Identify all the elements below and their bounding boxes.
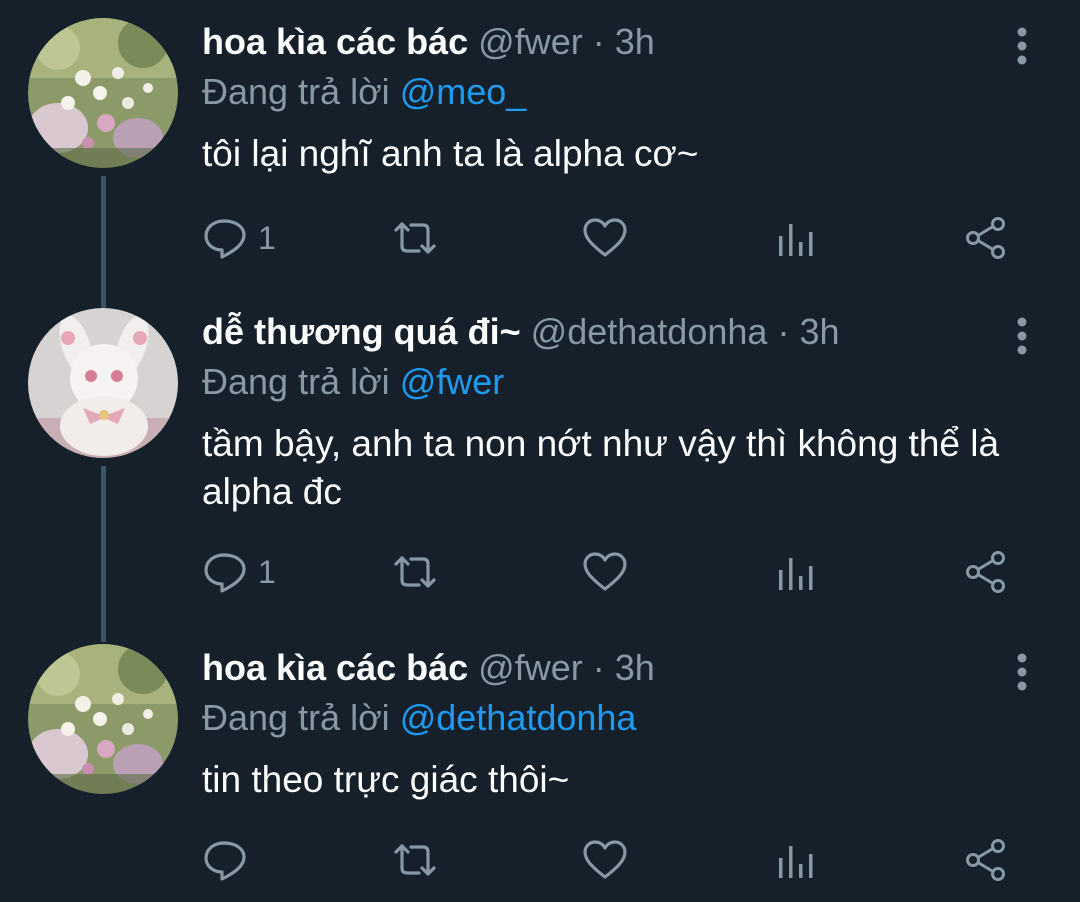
analytics-button[interactable] [776,550,816,594]
timestamp[interactable]: 3h [615,21,655,62]
reply-button[interactable]: 1 [202,216,276,260]
separator: · [592,647,605,688]
like-button[interactable] [582,550,628,594]
retweet-button[interactable] [388,838,442,882]
user-handle[interactable]: @dethatdonha [531,311,768,352]
more-options-icon[interactable] [1016,26,1028,66]
mention-link[interactable]: @fwer [400,361,505,402]
share-button[interactable] [964,838,1008,882]
share-icon [964,216,1008,260]
reply-count: 1 [258,554,276,590]
separator: · [592,21,605,62]
share-icon [964,838,1008,882]
more-options-icon[interactable] [1016,316,1028,356]
avatar[interactable] [28,18,178,168]
avatar[interactable] [28,308,178,458]
like-button[interactable] [582,216,628,260]
thread-connector [101,176,106,308]
tweet-text: tầm bậy, anh ta non nớt như vậy thì khôn… [202,423,1000,512]
like-icon [582,216,628,260]
mention-link[interactable]: @dethatdonha [400,697,637,738]
replying-label: Đang trả lời [202,361,390,402]
timestamp[interactable]: 3h [799,311,839,352]
retweet-button[interactable] [388,550,442,594]
plush-bunny-avatar-image [28,308,178,458]
reply-icon [202,550,250,594]
analytics-icon [776,838,816,882]
analytics-button[interactable] [776,216,816,260]
reply-button[interactable] [202,838,258,882]
replying-to: Đang trả lời @meo_ [202,70,526,114]
display-name[interactable]: dễ thương quá đi~ [202,311,521,352]
tweet-text: tôi lại nghĩ anh ta là alpha cơ~ [202,133,699,174]
flowers-avatar-image [28,644,178,794]
action-bar: 1 [202,216,1022,260]
analytics-icon [776,550,816,594]
action-bar [202,838,1022,882]
user-handle[interactable]: @fwer [478,647,583,688]
retweet-icon [388,838,442,882]
separator: · [777,311,790,352]
replying-label: Đang trả lời [202,71,390,112]
reply-icon [202,216,250,260]
mention-link[interactable]: @meo_ [400,71,527,112]
tweet-header: hoa kìa các bác @fwer · 3h [202,20,655,64]
reply-icon [202,838,250,882]
share-button[interactable] [964,550,1008,594]
share-button[interactable] [964,216,1008,260]
analytics-icon [776,216,816,260]
action-bar: 1 [202,550,1022,594]
flowers-avatar-image [28,18,178,168]
like-icon [582,550,628,594]
tweet-text: tin theo trực giác thôi~ [202,759,570,800]
timestamp[interactable]: 3h [615,647,655,688]
retweet-icon [388,550,442,594]
thread-connector [101,466,106,642]
share-icon [964,550,1008,594]
tweet-header: hoa kìa các bác @fwer · 3h [202,646,655,690]
like-button[interactable] [582,838,628,882]
replying-to: Đang trả lời @fwer [202,360,504,404]
reply-button[interactable]: 1 [202,550,276,594]
retweet-icon [388,216,442,260]
reply-thread: hoa kìa các bác @fwer · 3h Đang trả lời … [0,0,1080,902]
display-name[interactable]: hoa kìa các bác [202,21,468,62]
replying-to: Đang trả lời @dethatdonha [202,696,636,740]
more-options-icon[interactable] [1016,652,1028,692]
analytics-button[interactable] [776,838,816,882]
tweet-header: dễ thương quá đi~ @dethatdonha · 3h [202,310,840,354]
avatar[interactable] [28,644,178,794]
like-icon [582,838,628,882]
user-handle[interactable]: @fwer [478,21,583,62]
display-name[interactable]: hoa kìa các bác [202,647,468,688]
retweet-button[interactable] [388,216,442,260]
replying-label: Đang trả lời [202,697,390,738]
reply-count: 1 [258,220,276,256]
